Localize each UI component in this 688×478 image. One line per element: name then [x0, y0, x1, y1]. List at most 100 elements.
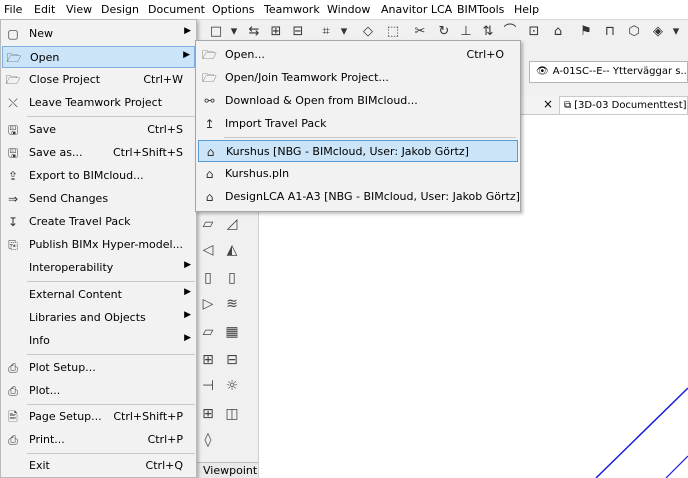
open-submenu: 🗁 Open... Ctrl+O 🗁 Open/Join Teamwork Pr…	[195, 40, 521, 212]
file-menu: ▢ New ▶ 🗁 Open ▶ 🗁 Close Project Ctrl+W …	[0, 19, 197, 478]
toolbar-curve-icon[interactable]: ⌒	[502, 24, 518, 40]
tool-column-icon[interactable]: ▯	[199, 269, 217, 287]
tool-roof-icon[interactable]: ◿	[223, 215, 241, 233]
menu-options[interactable]: Options	[212, 3, 254, 16]
toolbar-split-icon[interactable]: ⊓	[602, 24, 618, 40]
tool-skylight-icon[interactable]: ◊	[199, 431, 217, 449]
menu-help[interactable]: Help	[514, 3, 539, 16]
toolbar-plane-icon[interactable]: ◇	[360, 24, 376, 40]
toolbar-arrow-icon[interactable]: ⇆	[246, 24, 262, 40]
submenu-arrow-icon: ▶	[184, 333, 191, 343]
menu-item-exit[interactable]: Exit Ctrl+Q	[2, 455, 195, 477]
toolbar-3d-icon[interactable]: ◈	[650, 24, 666, 40]
tool-slab-icon[interactable]: ▱	[199, 215, 217, 233]
submenu-arrow-icon: ▶	[184, 287, 191, 297]
toolbar-more-icon[interactable]: ▾	[668, 24, 684, 40]
toolbar-select-icon[interactable]: □	[208, 24, 224, 40]
export-bimcloud-icon: ⇪	[7, 169, 19, 183]
toolbar-layer-icon[interactable]: ⬚	[385, 24, 401, 40]
toolbar-move-icon[interactable]: ⇅	[480, 24, 496, 40]
menu-separator	[27, 404, 195, 405]
toolbar-elevate-icon[interactable]: ⊥	[458, 24, 474, 40]
tab-close-icon[interactable]: ×	[543, 97, 553, 111]
menu-item-open[interactable]: 🗁 Open ▶	[2, 46, 195, 68]
eye-icon: 👁	[536, 66, 549, 77]
submenu-arrow-icon: ▶	[184, 260, 191, 270]
toolbar-offset-icon[interactable]: ⊡	[526, 24, 542, 40]
toolbar-cut-icon[interactable]: ✂	[412, 24, 428, 40]
menu-item-new[interactable]: ▢ New ▶	[2, 23, 195, 45]
save-icon: 🖫	[7, 123, 19, 137]
menu-item-save[interactable]: 🖫 Save Ctrl+S	[2, 119, 195, 141]
tool-mesh-icon[interactable]: ▱	[199, 323, 217, 341]
menu-item-close-project[interactable]: 🗁 Close Project Ctrl+W	[2, 69, 195, 91]
tool-door-icon[interactable]: ◫	[223, 405, 241, 423]
toolbar-grid-icon[interactable]: ⊟	[290, 24, 306, 40]
print-icon: ⎙	[8, 433, 18, 447]
tool-lamp-icon[interactable]: ☼	[223, 377, 241, 395]
menu-teamwork[interactable]: Teamwork	[264, 3, 320, 16]
menu-file[interactable]: File	[4, 3, 22, 16]
menu-item-external-content[interactable]: External Content ▶	[2, 284, 195, 306]
menu-item-print[interactable]: ⎙ Print... Ctrl+P	[2, 429, 195, 451]
menu-view[interactable]: View	[66, 3, 92, 16]
submenu-arrow-icon: ▶	[184, 26, 191, 36]
leave-teamwork-icon: ⤬	[8, 96, 18, 110]
toolbar-tag-icon[interactable]: ⬡	[626, 24, 642, 40]
menu-item-plot[interactable]: ⎙ Plot...	[2, 380, 195, 402]
menu-bimtools[interactable]: BIMTools	[457, 3, 504, 16]
menu-design[interactable]: Design	[101, 3, 139, 16]
menu-document[interactable]: Document	[148, 3, 205, 16]
toolbar-dim-icon[interactable]: ⊞	[268, 24, 284, 40]
toolbar-rotate-icon[interactable]: ↻	[436, 24, 452, 40]
submenu-item-open-file[interactable]: 🗁 Open... Ctrl+O	[198, 44, 518, 66]
tool-shell-icon[interactable]: ◁	[199, 241, 217, 259]
house-icon: ⌂	[205, 190, 214, 204]
toolbar-home-icon[interactable]: ⌂	[550, 24, 566, 40]
menu-item-libraries-objects[interactable]: Libraries and Objects ▶	[2, 307, 195, 329]
viewpoint-tab[interactable]: Viewpoint	[195, 462, 258, 478]
menu-item-info[interactable]: Info ▶	[2, 330, 195, 352]
menu-item-send-changes[interactable]: ⇒ Send Changes	[2, 188, 195, 210]
new-file-icon: ▢	[7, 27, 19, 41]
menu-item-leave-teamwork[interactable]: ⤬ Leave Teamwork Project	[2, 92, 195, 114]
toolbar-dropdown-icon[interactable]: ▾	[226, 24, 242, 40]
tool-beam-icon[interactable]: ▯	[223, 269, 241, 287]
toolbar-dropdown2-icon[interactable]: ▾	[336, 24, 352, 40]
travel-pack-icon: ↧	[7, 215, 19, 229]
menu-item-export-bimcloud[interactable]: ⇪ Export to BIMcloud...	[2, 165, 195, 187]
menu-item-publish-bimx[interactable]: ⎘ Publish BIMx Hyper-model...	[2, 234, 195, 256]
submenu-item-download-open-bimcloud[interactable]: ⚯ Download & Open from BIMcloud...	[198, 90, 518, 112]
submenu-item-recent-kurshus-pln[interactable]: ⌂ Kurshus.pln	[198, 163, 518, 185]
menu-item-save-as[interactable]: 🖫 Save as... Ctrl+Shift+S	[2, 142, 195, 164]
view-selector[interactable]: 👁 A-01SC--E-- Ytterväggar s...	[529, 61, 688, 83]
submenu-item-recent-designlca[interactable]: ⌂ DesignLCA A1-A3 [NBG - BIMcloud, User:…	[198, 186, 520, 208]
open-folder-icon: 🗁	[6, 51, 22, 65]
tool-zone-icon[interactable]: ⊟	[223, 351, 241, 369]
menu-window[interactable]: Window	[327, 3, 370, 16]
menu-anavitor-lca[interactable]: Anavitor LCA	[381, 3, 452, 16]
tool-object-icon[interactable]: ⊞	[199, 351, 217, 369]
submenu-item-recent-kurshus-bimcloud[interactable]: ⌂ Kurshus [NBG - BIMcloud, User: Jakob G…	[198, 140, 518, 162]
bimcloud-download-icon: ⚯	[204, 94, 215, 108]
menu-item-create-travel-pack[interactable]: ↧ Create Travel Pack	[2, 211, 195, 233]
menu-separator	[27, 354, 195, 355]
tab-3d-documenttest[interactable]: ⧉ [3D-03 Documenttest]	[559, 96, 688, 114]
open-folder-icon: 🗁	[202, 48, 217, 62]
tab-label: [3D-03 Documenttest]	[574, 100, 687, 111]
submenu-item-open-join-teamwork[interactable]: 🗁 Open/Join Teamwork Project...	[198, 67, 518, 89]
toolbar-snap-icon[interactable]: ⌗	[318, 24, 334, 40]
tool-grid-icon[interactable]: ⊣	[199, 377, 217, 395]
menu-item-plot-setup[interactable]: ⎙ Plot Setup...	[2, 357, 195, 379]
tool-railing-icon[interactable]: ≋	[223, 295, 241, 313]
tool-window-icon[interactable]: ⊞	[199, 405, 217, 423]
tool-curtain-icon[interactable]: ▦	[223, 323, 241, 341]
menu-item-interoperability[interactable]: Interoperability ▶	[2, 257, 195, 279]
tool-morph-icon[interactable]: ◭	[223, 241, 241, 259]
menu-edit[interactable]: Edit	[34, 3, 55, 16]
menu-item-page-setup[interactable]: 🖹 Page Setup... Ctrl+Shift+P	[2, 406, 195, 428]
toolbar-flag-icon[interactable]: ⚑	[578, 24, 594, 40]
submenu-item-import-travel-pack[interactable]: ↥ Import Travel Pack	[198, 113, 518, 135]
view-selector-label: A-01SC--E-- Ytterväggar s...	[552, 66, 688, 77]
tool-stair-icon[interactable]: ▷	[199, 295, 217, 313]
